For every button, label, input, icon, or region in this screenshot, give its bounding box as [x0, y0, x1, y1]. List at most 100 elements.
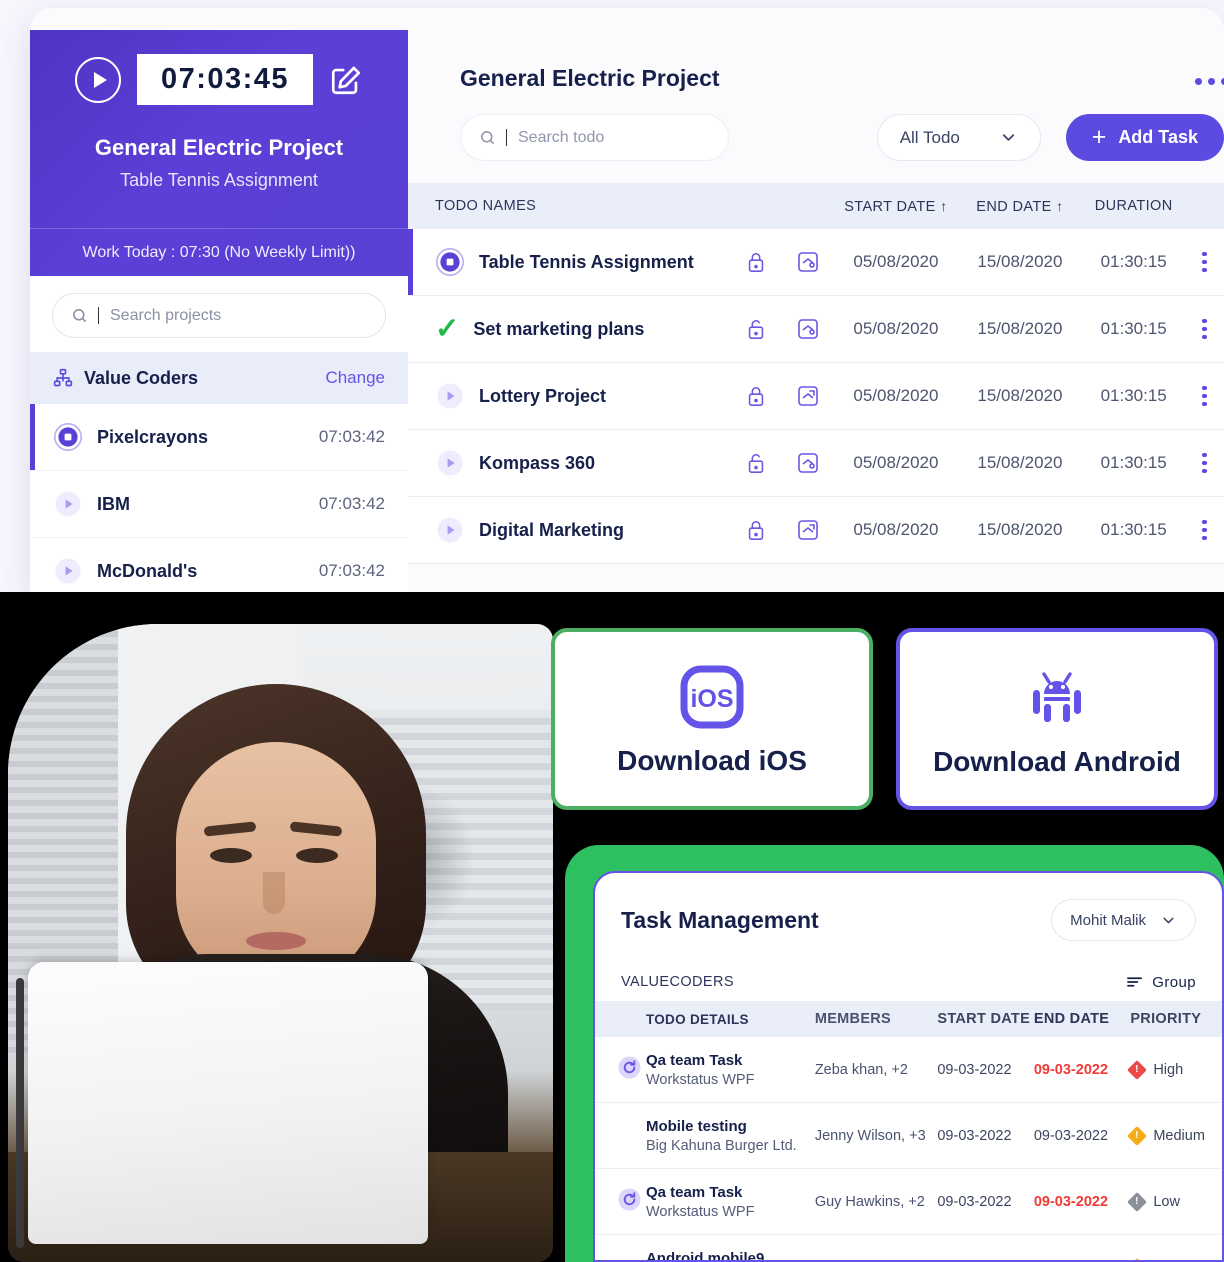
table-row[interactable]: ✓ Set marketing plans 05/08/2020 15/08/2…	[408, 296, 1224, 363]
row-menu-button[interactable]	[1185, 452, 1224, 474]
lock-cell[interactable]	[731, 518, 782, 542]
task-details: Qa team Task Workstatus WPF	[646, 1052, 815, 1088]
check-icon[interactable]: ✓	[435, 314, 459, 344]
column-header-details: TODO DETAILS	[645, 1011, 749, 1027]
table-row[interactable]: Table Tennis Assignment 05/08/2020 15/08…	[408, 229, 1224, 296]
app-window: 07:03:45 General Electric Project Table …	[30, 8, 1224, 592]
lock-cell[interactable]	[731, 250, 782, 274]
geo-cell[interactable]	[782, 451, 835, 475]
row-menu-button[interactable]	[1185, 318, 1224, 340]
lock-cell[interactable]	[731, 317, 782, 341]
task-details: Android mobile9 Net Training	[645, 1249, 815, 1262]
android-icon	[1033, 672, 1081, 722]
end-date: 15/08/2020	[977, 252, 1063, 271]
play-icon[interactable]	[435, 448, 465, 478]
geo-cell[interactable]	[782, 250, 835, 274]
lock-cell[interactable]	[731, 384, 782, 408]
download-ios-button[interactable]: iOS Download iOS	[551, 628, 873, 810]
geo-cell[interactable]	[782, 384, 835, 408]
end-date: 15/08/2020	[977, 453, 1063, 472]
play-icon[interactable]	[435, 515, 465, 545]
task-row[interactable]: Qa team Task Workstatus WPF Guy Hawkins,…	[595, 1169, 1222, 1235]
todo-filter-select[interactable]: All Todo	[876, 114, 1041, 161]
play-icon[interactable]	[53, 489, 83, 519]
project-search-input[interactable]: Search projects	[52, 293, 386, 338]
task-row[interactable]: Mobile testing Big Kahuna Burger Ltd. Je…	[595, 1103, 1222, 1169]
geo-cell[interactable]	[782, 317, 835, 341]
sort-ascending-arrow: ↑	[940, 197, 948, 214]
play-icon[interactable]	[435, 381, 465, 411]
organization-row[interactable]: Value Coders Change	[30, 352, 408, 404]
table-row[interactable]: Kompass 360 05/08/2020 15/08/2020 01:30:…	[408, 430, 1224, 497]
add-task-button[interactable]: + Add Task	[1065, 114, 1224, 161]
column-header-priority: PRIORITY	[1130, 1011, 1202, 1027]
end-date-text: END DATE	[976, 198, 1052, 215]
todo-name-cell: Digital Marketing	[408, 515, 731, 545]
search-input[interactable]: Search todo	[460, 114, 729, 161]
task-end-date: 09-03-2022	[1033, 1061, 1109, 1078]
search-placeholder: Search todo	[518, 128, 605, 146]
sync-icon-cell[interactable]	[595, 1187, 646, 1217]
project-time: 07:03:42	[318, 494, 385, 513]
task-row[interactable]: Qa team Task Workstatus WPF Zeba khan, +…	[595, 1037, 1222, 1103]
table-row[interactable]: Digital Marketing 05/08/2020 15/08/2020 …	[408, 497, 1224, 564]
todo-name-cell: Lottery Project	[408, 381, 731, 411]
row-menu-button[interactable]	[1185, 519, 1224, 541]
change-org-link[interactable]: Change	[325, 368, 385, 388]
play-icon[interactable]	[53, 556, 83, 586]
priority-high-icon: !	[1127, 1059, 1148, 1080]
play-icon[interactable]	[75, 56, 121, 103]
row-menu-button[interactable]	[1185, 251, 1224, 273]
priority-label: Medium	[1153, 1127, 1205, 1144]
task-subtitle: Workstatus WPF	[645, 1203, 755, 1220]
duration: 01:30:15	[1100, 252, 1167, 271]
task-title: Qa team Task	[645, 1051, 743, 1069]
group-by-button[interactable]: Group	[1127, 974, 1196, 991]
todo-name-cell: Table Tennis Assignment	[408, 247, 731, 277]
table-row[interactable]: Lottery Project 05/08/2020 15/08/2020 01…	[408, 363, 1224, 430]
sidebar-project-ibm[interactable]: IBM 07:03:42	[30, 471, 408, 538]
chevron-down-icon	[1163, 917, 1174, 923]
geo-cell[interactable]	[782, 518, 835, 542]
mobile-app-frame: Task Management Mohit Malik VALUECODERS …	[565, 845, 1224, 1262]
todo-name: Kompass 360	[479, 452, 596, 473]
column-header-name: TODO NAMES	[435, 198, 537, 214]
user-select[interactable]: Mohit Malik	[1051, 899, 1196, 941]
row-menu-button[interactable]	[1185, 385, 1224, 407]
org-tree-icon	[53, 368, 73, 387]
task-members: Zeba khan, +2	[814, 1061, 908, 1078]
sidebar-project-pixelcrayons[interactable]: Pixelcrayons 07:03:42	[30, 404, 408, 471]
priority-label: Low	[1153, 1193, 1180, 1210]
column-header-duration: DURATION	[1094, 198, 1173, 214]
column-header-end-date[interactable]: END DATE ↑	[957, 198, 1082, 215]
stop-icon[interactable]	[435, 247, 465, 277]
start-date: 05/08/2020	[853, 252, 939, 271]
todo-name: Lottery Project	[479, 385, 607, 406]
project-search-placeholder: Search projects	[110, 306, 222, 324]
project-name: McDonald's	[97, 560, 198, 581]
sync-icon-cell[interactable]	[595, 1055, 646, 1085]
edit-icon[interactable]	[329, 63, 363, 97]
todo-table: TODO NAMES START DATE ↑ END DATE ↑ DURAT…	[408, 183, 1224, 564]
task-end-date: 09-03-2022	[1033, 1127, 1109, 1144]
priority-label: High	[1153, 1061, 1184, 1078]
task-details: Qa team Task Workstatus WPF	[646, 1184, 815, 1220]
geo-arrow-icon	[798, 520, 818, 540]
more-horizontal-icon[interactable]	[1195, 78, 1224, 85]
column-header-start-date[interactable]: START DATE ↑	[834, 198, 957, 215]
task-row[interactable]: Android mobile9 Net Training Robert Fox,…	[595, 1235, 1222, 1262]
organization-bar: VALUECODERS Group	[595, 963, 1222, 1001]
search-icon	[73, 309, 86, 322]
project-time: 07:03:42	[318, 561, 385, 580]
lock-cell[interactable]	[731, 451, 782, 475]
task-management-screen: Task Management Mohit Malik VALUECODERS …	[593, 871, 1224, 1262]
task-details: Mobile testing Big Kahuna Burger Ltd.	[646, 1118, 815, 1154]
organization-name: Value Coders	[84, 367, 199, 388]
stop-icon[interactable]	[53, 422, 83, 452]
lock-closed-icon	[749, 386, 764, 406]
priority-low-icon: !	[1127, 1191, 1148, 1212]
task-title: Android mobile9	[645, 1249, 765, 1262]
sidebar-project-mcdonalds[interactable]: McDonald's 07:03:42	[30, 538, 408, 592]
geo-pin-icon	[798, 319, 818, 339]
download-android-button[interactable]: Download Android	[896, 628, 1218, 810]
